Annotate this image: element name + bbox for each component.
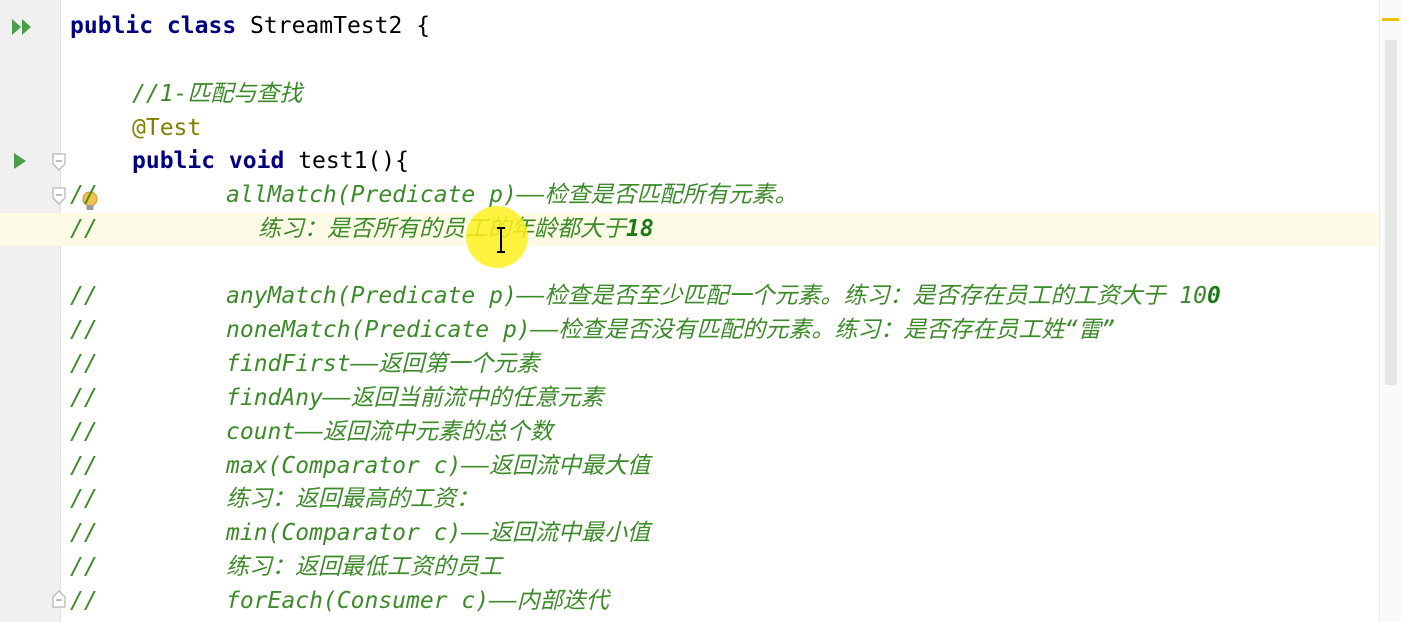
code-line-max[interactable]: // max(Comparator c)——返回流中最大值 — [70, 450, 650, 483]
comment-prefix: // — [70, 317, 98, 343]
code-line-foreach[interactable]: // forEach(Consumer c)——内部迭代 — [70, 585, 609, 618]
comment-prefix: // — [70, 351, 98, 377]
code-editor[interactable]: public class StreamTest2 { //1-匹配与查找 @Te… — [0, 0, 1401, 622]
method-declaration[interactable]: public void test1(){ — [132, 145, 409, 178]
comment-text: min(Comparator c)——返回流中最小值 — [226, 520, 651, 546]
comment-prefix: // — [70, 385, 98, 411]
scroll-marker — [1382, 18, 1399, 21]
comment-text: noneMatch(Predicate p)——检查是否没有匹配的元素。练习：是… — [226, 317, 1116, 343]
fold-marker-icon[interactable] — [51, 186, 67, 206]
code-line-findfirst[interactable]: // findFirst——返回第一个元素 — [70, 348, 539, 381]
video-play-icon — [1316, 554, 1344, 586]
test-annotation: @Test — [132, 115, 202, 141]
number-literal: 0 — [1207, 283, 1221, 309]
code-line-count[interactable]: // count——返回流中元素的总个数 — [70, 416, 553, 449]
run-arrow-icon[interactable] — [12, 151, 28, 171]
comment-prefix: // — [70, 182, 98, 208]
comment-prefix: // — [70, 588, 98, 614]
code-line-findany[interactable]: // findAny——返回当前流中的任意元素 — [70, 382, 604, 415]
comment-text: //1-匹配与查找 — [132, 81, 303, 107]
comment-text: 练习：是否所有的员工的年龄都大于 — [258, 216, 626, 242]
comment-title[interactable]: //1-匹配与查找 — [132, 78, 302, 111]
code-line-min[interactable]: // min(Comparator c)——返回流中最小值 — [70, 517, 650, 550]
annotation-line[interactable]: @Test — [132, 112, 201, 145]
run-double-arrow-icon[interactable] — [10, 16, 34, 38]
code-line-nonematch[interactable]: // noneMatch(Predicate p)——检查是否没有匹配的元素。练习… — [70, 314, 1115, 347]
comment-text: 练习：返回最低工资的员工 — [226, 554, 502, 580]
comment-text: forEach(Consumer c)——内部迭代 — [226, 588, 609, 614]
code-line-exercise-max-salary[interactable]: // 练习：返回最高的工资： — [70, 483, 479, 516]
scrollbar-thumb[interactable] — [1385, 40, 1397, 385]
class-declaration[interactable]: public class StreamTest2 { — [70, 10, 430, 43]
comment-prefix: // — [70, 419, 98, 445]
comment-text: count——返回流中元素的总个数 — [226, 419, 553, 445]
keyword: public void — [132, 148, 285, 174]
keyword: public class — [70, 13, 237, 39]
video-play-button[interactable] — [1287, 532, 1367, 606]
comment-text: findAny——返回当前流中的任意元素 — [226, 385, 604, 411]
code-line-anymatch[interactable]: // anyMatch(Predicate p)——检查是否至少匹配一个元素。练习… — [70, 280, 1221, 313]
code-line-exercise-min-salary[interactable]: // 练习：返回最低工资的员工 — [70, 551, 502, 584]
comment-text: 练习：返回最高的工资： — [226, 486, 479, 512]
comment-prefix: // — [70, 520, 98, 546]
class-name: StreamTest2 { — [250, 13, 431, 39]
code-line-allmatch[interactable]: // allMatch(Predicate p)——检查是否匹配所有元素。 — [70, 179, 798, 212]
number-literal: 18 — [626, 216, 654, 242]
comment-text: max(Comparator c)——返回流中最大值 — [226, 453, 651, 479]
comment-prefix: // — [70, 216, 98, 242]
current-line-highlight — [0, 213, 1380, 246]
editor-gutter — [0, 0, 61, 622]
comment-prefix: // — [70, 283, 98, 309]
fold-marker-icon[interactable] — [51, 589, 67, 609]
code-line-exercise-age[interactable]: // 练习：是否所有的员工的年龄都大于18 — [70, 213, 654, 246]
fold-marker-icon[interactable] — [51, 152, 67, 172]
comment-prefix: // — [70, 554, 98, 580]
comment-text: allMatch(Predicate p)——检查是否匹配所有元素。 — [226, 182, 798, 208]
text-cursor-icon — [497, 227, 505, 253]
comment-prefix: // — [70, 453, 98, 479]
comment-text: findFirst——返回第一个元素 — [226, 351, 540, 377]
comment-prefix: // — [70, 486, 98, 512]
comment-text: anyMatch(Predicate p)——检查是否至少匹配一个元素。练习：是… — [226, 283, 1208, 309]
method-name: test1(){ — [298, 148, 409, 174]
